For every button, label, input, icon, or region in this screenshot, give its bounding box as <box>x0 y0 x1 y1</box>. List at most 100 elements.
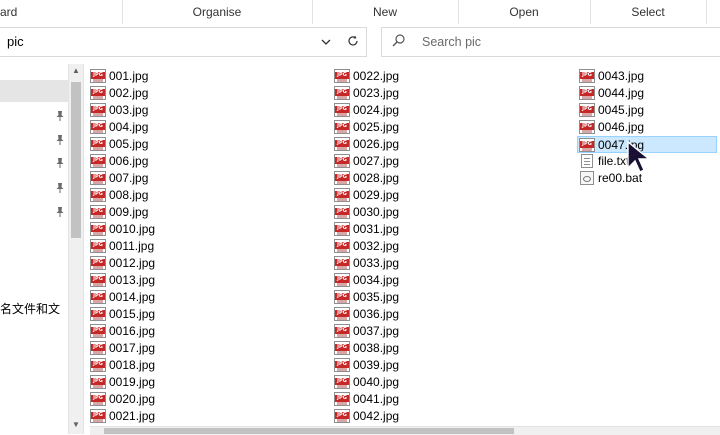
jpg-file-icon: JPG <box>334 306 350 321</box>
scroll-down-arrow-icon[interactable]: ▼ <box>69 420 83 429</box>
file-item[interactable]: JPG 0043.jpg <box>579 68 720 85</box>
file-item[interactable]: JPG 0030.jpg <box>334 204 564 221</box>
file-item[interactable]: JPG 0031.jpg <box>334 221 564 238</box>
search-box[interactable] <box>381 27 720 57</box>
file-item[interactable]: JPG 0021.jpg <box>90 408 320 425</box>
file-name: 0036.jpg <box>353 307 400 321</box>
file-name: 0010.jpg <box>109 222 156 236</box>
jpg-file-icon: JPG <box>334 187 350 202</box>
pin-icon[interactable] <box>53 206 67 220</box>
file-name: 0011.jpg <box>109 239 155 253</box>
file-name: 0027.jpg <box>353 154 400 168</box>
file-name: 0017.jpg <box>109 341 156 355</box>
file-item[interactable]: JPG 0028.jpg <box>334 170 564 187</box>
nav-vertical-scrollbar[interactable]: ▲ ▼ <box>68 64 84 434</box>
file-column: JPG 0022.jpg JPG 0023.jpg JPG 0024.jpg JPG 0025… <box>334 68 564 425</box>
file-item[interactable]: JPG 0022.jpg <box>334 68 564 85</box>
file-item[interactable]: JPG 0035.jpg <box>334 289 564 306</box>
refresh-icon[interactable] <box>343 28 363 56</box>
jpg-file-icon: JPG <box>90 238 106 253</box>
file-item[interactable]: JPG 0045.jpg <box>579 102 720 119</box>
file-name: 0029.jpg <box>353 188 400 202</box>
file-item[interactable]: JPG 0025.jpg <box>334 119 564 136</box>
file-item[interactable]: JPG 0034.jpg <box>334 272 564 289</box>
file-item[interactable]: JPG 0039.jpg <box>334 357 564 374</box>
jpg-file-icon: JPG <box>579 102 595 117</box>
file-item[interactable]: JPG 004.jpg <box>90 119 320 136</box>
scroll-up-arrow-icon[interactable]: ▲ <box>69 66 83 75</box>
pin-icon[interactable] <box>53 157 67 171</box>
file-name: file.txt <box>598 154 630 168</box>
file-item[interactable]: JPG 002.jpg <box>90 85 320 102</box>
pin-icon[interactable] <box>53 182 67 196</box>
nav-item-truncated-label[interactable]: 名文件和文 <box>0 300 68 317</box>
file-item[interactable]: JPG 0040.jpg <box>334 374 564 391</box>
file-item[interactable]: JPG 0042.jpg <box>334 408 564 425</box>
file-item[interactable]: JPG 0044.jpg <box>579 85 720 102</box>
scrollbar-thumb[interactable] <box>104 428 514 434</box>
pin-icon[interactable] <box>53 134 67 148</box>
file-item[interactable]: JPG 0036.jpg <box>334 306 564 323</box>
jpg-file-icon: JPG <box>90 102 106 117</box>
chevron-down-icon[interactable] <box>316 28 336 56</box>
file-item[interactable]: JPG 0016.jpg <box>90 323 320 340</box>
address-bar[interactable]: pic <box>0 27 367 57</box>
file-item[interactable]: JPG 0010.jpg <box>90 221 320 238</box>
file-item[interactable]: JPG 0023.jpg <box>334 85 564 102</box>
file-item[interactable]: JPG 0037.jpg <box>334 323 564 340</box>
file-name: 004.jpg <box>109 120 149 134</box>
ribbon-group-open[interactable]: Open <box>458 0 591 24</box>
file-item[interactable]: JPG 009.jpg <box>90 204 320 221</box>
jpg-file-icon: JPG <box>334 408 350 423</box>
search-input[interactable] <box>422 33 702 51</box>
ribbon-group-clipboard[interactable]: ard <box>0 0 123 24</box>
file-item[interactable]: JPG 0032.jpg <box>334 238 564 255</box>
file-item[interactable]: JPG 0015.jpg <box>90 306 320 323</box>
jpg-file-icon: JPG <box>334 119 350 134</box>
file-item[interactable]: JPG 0019.jpg <box>90 374 320 391</box>
file-item[interactable]: JPG 0026.jpg <box>334 136 564 153</box>
ribbon-group-select[interactable]: Select <box>590 0 707 24</box>
file-item[interactable]: JPG 0014.jpg <box>90 289 320 306</box>
file-item[interactable]: JPG 0038.jpg <box>334 340 564 357</box>
jpg-badge: JPG <box>91 156 105 164</box>
file-item[interactable]: JPG 0033.jpg <box>334 255 564 272</box>
jpg-file-icon: JPG <box>334 323 350 338</box>
jpg-badge: JPG <box>91 190 105 198</box>
jpg-file-icon: JPG <box>334 340 350 355</box>
jpg-badge: JPG <box>580 71 594 79</box>
file-item[interactable]: JPG 0012.jpg <box>90 255 320 272</box>
file-item[interactable]: JPG 0029.jpg <box>334 187 564 204</box>
file-item[interactable]: JPG 0013.jpg <box>90 272 320 289</box>
file-item[interactable]: JPG 0018.jpg <box>90 357 320 374</box>
nav-item-selected[interactable] <box>0 80 68 102</box>
file-item[interactable]: JPG 007.jpg <box>90 170 320 187</box>
file-item[interactable]: JPG 001.jpg <box>90 68 320 85</box>
file-item[interactable]: JPG 0046.jpg <box>579 119 720 136</box>
address-path[interactable]: pic <box>7 28 24 56</box>
file-item[interactable]: JPG 0017.jpg <box>90 340 320 357</box>
jpg-file-icon: JPG <box>90 289 106 304</box>
jpg-file-icon: JPG <box>334 255 350 270</box>
file-item[interactable]: JPG 0020.jpg <box>90 391 320 408</box>
jpg-badge: JPG <box>91 360 105 368</box>
file-item[interactable]: JPG 008.jpg <box>90 187 320 204</box>
ribbon-group-new[interactable]: New <box>312 0 459 24</box>
file-item[interactable]: JPG 003.jpg <box>90 102 320 119</box>
file-item[interactable]: JPG 006.jpg <box>90 153 320 170</box>
file-name: 006.jpg <box>109 154 149 168</box>
file-item[interactable]: JPG 0041.jpg <box>334 391 564 408</box>
jpg-badge: JPG <box>91 343 105 351</box>
file-item[interactable]: JPG 0024.jpg <box>334 102 564 119</box>
jpg-badge: JPG <box>91 309 105 317</box>
file-name: 007.jpg <box>109 171 149 185</box>
file-name: 0019.jpg <box>109 375 156 389</box>
pin-icon[interactable] <box>53 110 67 124</box>
file-item[interactable]: JPG 0011.jpg <box>90 238 320 255</box>
file-item[interactable]: JPG 005.jpg <box>90 136 320 153</box>
jpg-badge: JPG <box>91 377 105 385</box>
scrollbar-thumb[interactable] <box>71 82 81 238</box>
jpg-file-icon: JPG <box>334 289 350 304</box>
ribbon-group-organise[interactable]: Organise <box>122 0 313 24</box>
file-item[interactable]: JPG 0027.jpg <box>334 153 564 170</box>
